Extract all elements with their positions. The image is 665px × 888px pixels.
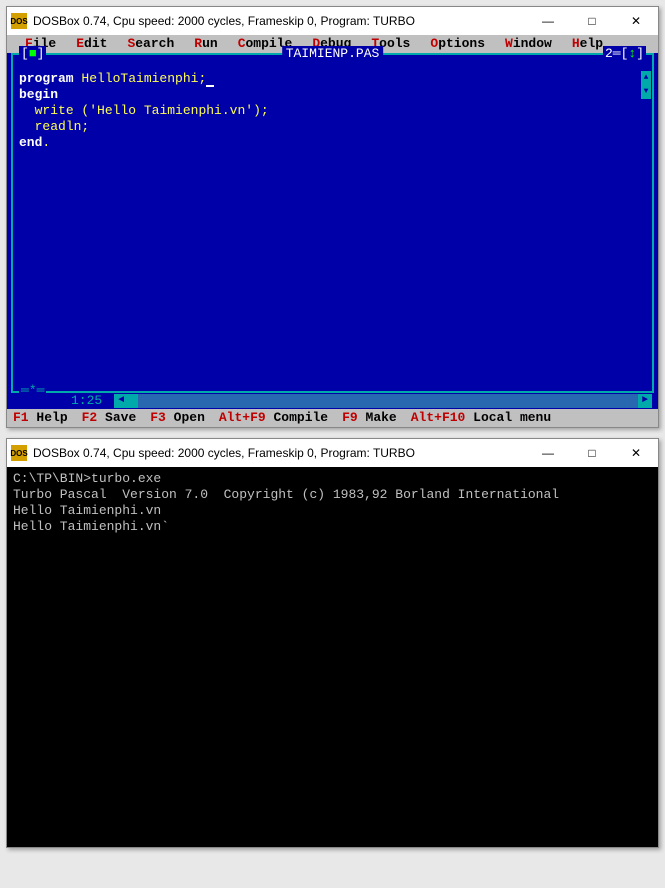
console-line: C:\TP\BIN>turbo.exe xyxy=(13,471,161,486)
horizontal-scrollbar[interactable]: ◄ ► xyxy=(114,394,652,408)
maximize-button[interactable]: □ xyxy=(570,7,614,35)
status-open[interactable]: F3 Open xyxy=(150,410,205,426)
scroll-right-icon[interactable]: ► xyxy=(638,394,652,408)
minimize-button[interactable]: — xyxy=(526,439,570,467)
console-output[interactable]: C:\TP\BIN>turbo.exe Turbo Pascal Version… xyxy=(7,467,658,847)
editor-close-marker[interactable]: [■] xyxy=(19,46,46,62)
titlebar-ide[interactable]: DOS DOSBox 0.74, Cpu speed: 2000 cycles,… xyxy=(7,7,658,35)
minimize-button[interactable]: — xyxy=(526,7,570,35)
menu-edit[interactable]: Edit xyxy=(66,36,117,52)
console-line: Turbo Pascal Version 7.0 Copyright (c) 1… xyxy=(13,487,559,502)
editor-frame: [■] TAIMIENP.PAS 2═[↕] program HelloTaim… xyxy=(7,53,658,409)
statusbar: F1 Help F2 Save F3 Open Alt+F9 Compile F… xyxy=(7,409,658,427)
menu-options[interactable]: Options xyxy=(420,36,495,52)
maximize-button[interactable]: □ xyxy=(570,439,614,467)
ide-area: File Edit Search Run Compile Debug Tools… xyxy=(7,35,658,427)
titlebar-console[interactable]: DOS DOSBox 0.74, Cpu speed: 2000 cycles,… xyxy=(7,439,658,467)
close-button[interactable]: ✕ xyxy=(614,7,658,35)
status-save[interactable]: F2 Save xyxy=(82,410,137,426)
scroll-down-icon[interactable]: ▼ xyxy=(641,85,651,99)
editor-filename: TAIMIENP.PAS xyxy=(282,46,384,62)
window-title: DOSBox 0.74, Cpu speed: 2000 cycles, Fra… xyxy=(33,446,526,460)
ide-window: DOS DOSBox 0.74, Cpu speed: 2000 cycles,… xyxy=(6,6,659,428)
close-button[interactable]: ✕ xyxy=(614,439,658,467)
status-compile[interactable]: Alt+F9 Compile xyxy=(219,410,328,426)
scroll-left-icon[interactable]: ◄ xyxy=(114,394,128,408)
window-title: DOSBox 0.74, Cpu speed: 2000 cycles, Fra… xyxy=(33,14,526,28)
vertical-scrollbar[interactable]: ▲ ▼ xyxy=(641,71,651,389)
menu-search[interactable]: Search xyxy=(117,36,184,52)
editor-bottom-bar: 1:25 ◄ ► xyxy=(7,393,658,409)
code-editor[interactable]: program HelloTaimienphi; begin write ('H… xyxy=(13,71,652,391)
console-line: Hello Taimienphi.vn xyxy=(13,503,161,518)
status-help[interactable]: F1 Help xyxy=(13,410,68,426)
text-cursor xyxy=(206,85,214,87)
scroll-up-icon[interactable]: ▲ xyxy=(641,71,651,85)
menu-run[interactable]: Run xyxy=(184,36,227,52)
dosbox-icon: DOS xyxy=(11,13,27,29)
editor-window-number[interactable]: 2═[↕] xyxy=(603,46,646,62)
dosbox-icon: DOS xyxy=(11,445,27,461)
status-localmenu[interactable]: Alt+F10 Local menu xyxy=(411,410,551,426)
console-window: DOS DOSBox 0.74, Cpu speed: 2000 cycles,… xyxy=(6,438,659,848)
menu-window[interactable]: Window xyxy=(495,36,562,52)
console-line: Hello Taimienphi.vn` xyxy=(13,519,169,534)
scroll-thumb[interactable] xyxy=(128,394,138,408)
modified-marker: ═*═ xyxy=(19,383,46,399)
status-make[interactable]: F9 Make xyxy=(342,410,397,426)
